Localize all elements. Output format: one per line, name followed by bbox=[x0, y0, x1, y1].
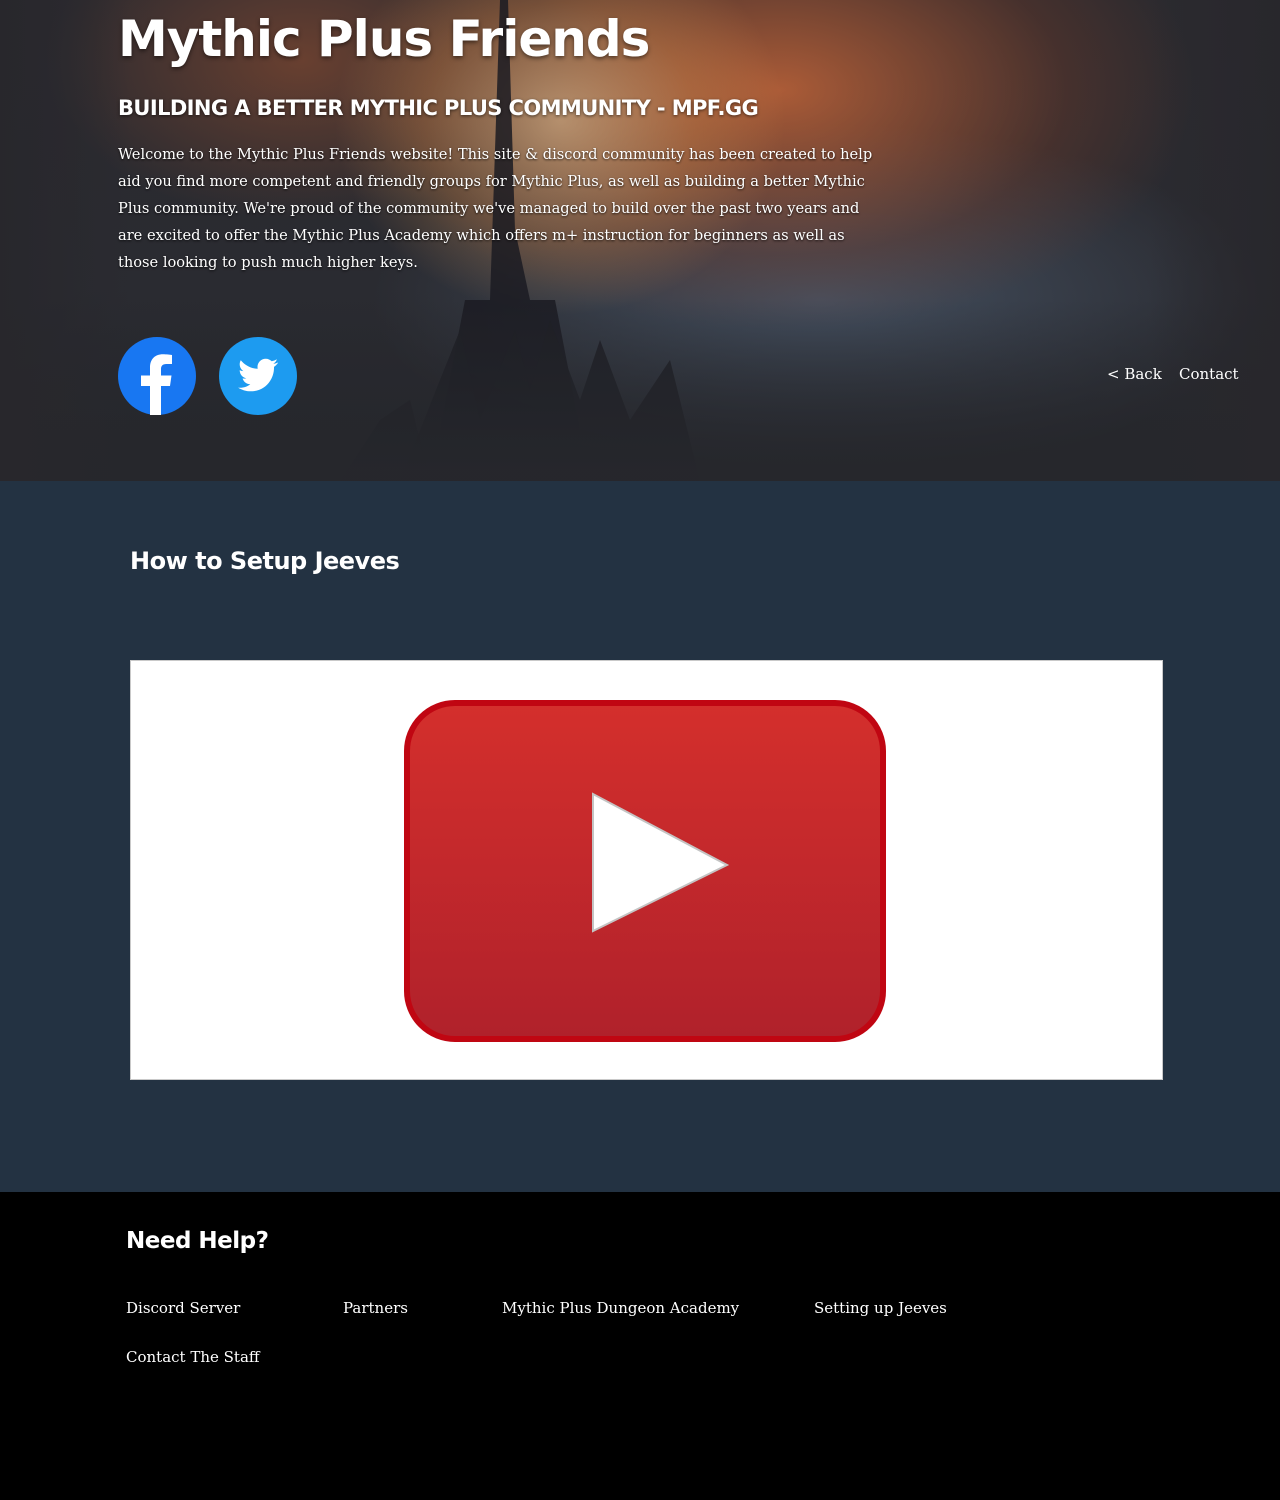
site-subtitle: BUILDING A BETTER MYTHIC PLUS COMMUNITY … bbox=[118, 96, 759, 120]
facebook-icon bbox=[118, 337, 196, 415]
facebook-link[interactable] bbox=[118, 337, 196, 415]
contact-link[interactable]: Contact bbox=[1179, 365, 1239, 383]
footer-link-academy[interactable]: Mythic Plus Dungeon Academy bbox=[502, 1299, 739, 1317]
footer-title: Need Help? bbox=[126, 1228, 269, 1254]
main-section: How to Setup Jeeves bbox=[0, 481, 1280, 1192]
footer-link-staff[interactable]: Contact The Staff bbox=[126, 1348, 260, 1366]
section-title: How to Setup Jeeves bbox=[130, 547, 400, 575]
footer-link-discord[interactable]: Discord Server bbox=[126, 1299, 240, 1317]
back-link[interactable]: < Back bbox=[1107, 365, 1162, 383]
video-embed[interactable] bbox=[130, 660, 1163, 1080]
footer: Need Help? Discord Server Partners Mythi… bbox=[0, 1192, 1280, 1500]
intro-text: Welcome to the Mythic Plus Friends websi… bbox=[118, 146, 873, 271]
site-title: Mythic Plus Friends bbox=[118, 10, 650, 68]
twitter-link[interactable] bbox=[219, 337, 297, 415]
footer-link-jeeves[interactable]: Setting up Jeeves bbox=[814, 1299, 947, 1317]
youtube-play-icon[interactable] bbox=[403, 699, 887, 1043]
hero-banner: Mythic Plus Friends BUILDING A BETTER MY… bbox=[0, 0, 1280, 481]
twitter-icon bbox=[219, 337, 297, 415]
footer-link-partners[interactable]: Partners bbox=[343, 1299, 408, 1317]
